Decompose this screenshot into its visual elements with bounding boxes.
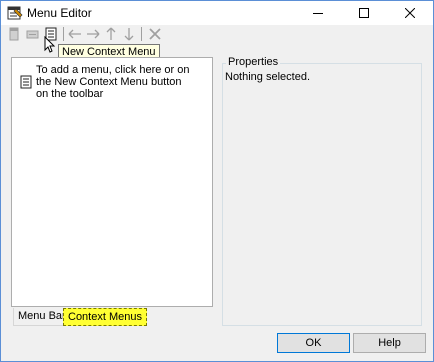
- ok-button[interactable]: OK: [277, 333, 350, 353]
- minimize-button[interactable]: [295, 1, 341, 25]
- maximize-icon: [359, 8, 369, 18]
- minimize-icon: [313, 13, 323, 14]
- arrow-up-icon[interactable]: [103, 26, 119, 42]
- properties-title: Properties: [226, 56, 281, 68]
- menu-editor-window: Menu Editor New Context Menu To add a me…: [0, 0, 434, 362]
- close-icon: [405, 8, 415, 18]
- help-button[interactable]: Help: [353, 333, 426, 353]
- window-title: Menu Editor: [27, 6, 92, 20]
- maximize-button[interactable]: [341, 1, 387, 25]
- arrow-left-icon[interactable]: [67, 26, 83, 42]
- mouse-cursor-icon: [44, 36, 56, 53]
- context-menu-icon: [20, 75, 32, 89]
- delete-x-icon[interactable]: [147, 26, 163, 42]
- arrow-down-icon[interactable]: [121, 26, 137, 42]
- title-bar[interactable]: Menu Editor: [1, 1, 433, 25]
- menu-editor-app-icon: [7, 6, 23, 20]
- arrow-right-icon[interactable]: [85, 26, 101, 42]
- toolbar-separator: [63, 27, 64, 41]
- properties-group: [222, 63, 422, 326]
- tab-context-menus[interactable]: Context Menus: [63, 308, 147, 326]
- close-button[interactable]: [387, 1, 433, 25]
- toolbar-separator: [141, 27, 142, 41]
- new-menu-icon[interactable]: [7, 26, 23, 42]
- new-menu-item-icon[interactable]: [25, 26, 41, 42]
- toolbar: [1, 25, 433, 43]
- properties-empty-text: Nothing selected.: [225, 71, 310, 83]
- menu-tree-panel[interactable]: To add a menu, click here or on the New …: [11, 57, 213, 307]
- add-menu-hint[interactable]: To add a menu, click here or on the New …: [36, 64, 206, 100]
